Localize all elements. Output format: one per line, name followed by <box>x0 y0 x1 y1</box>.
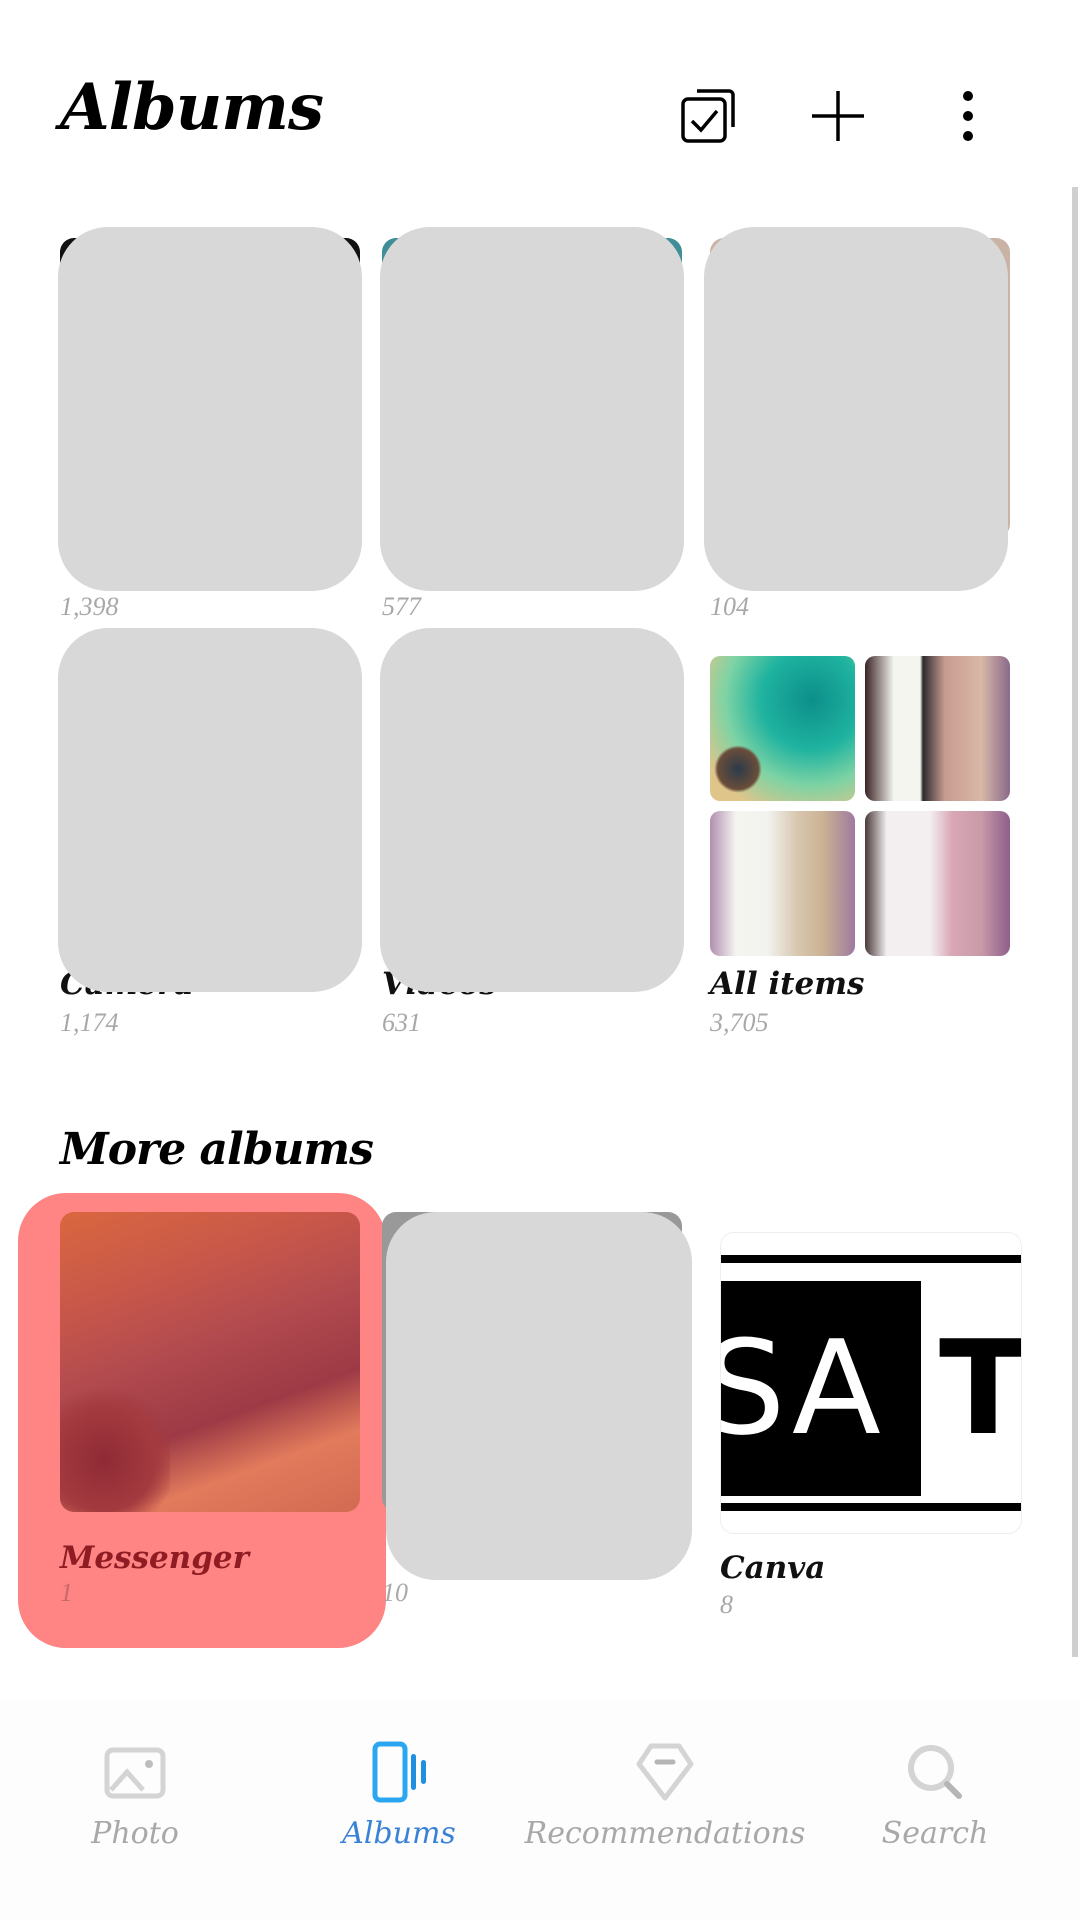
redaction-overlay <box>386 1212 692 1580</box>
album-count: 104 <box>710 592 749 621</box>
album-count: 10 <box>382 1578 408 1607</box>
album-count: 8 <box>720 1590 733 1619</box>
album-thumbnail <box>60 1212 360 1512</box>
add-album-button[interactable] <box>802 80 874 152</box>
album-name: All items <box>710 966 865 1002</box>
nav-label: Photo <box>91 1816 179 1851</box>
album-count: 1 <box>60 1578 73 1607</box>
mosaic-photo <box>865 656 1010 801</box>
albums-icon <box>372 1741 426 1803</box>
thumb-text: T <box>939 1312 1022 1464</box>
thumb-stripe <box>721 1255 1021 1263</box>
more-options-button[interactable] <box>932 80 1004 152</box>
diamond-icon <box>636 1743 694 1801</box>
nav-label: Recommendations <box>524 1816 806 1851</box>
nav-tab-photo[interactable]: Photo <box>0 1740 270 1870</box>
album-thumbnail: SA T <box>720 1232 1022 1534</box>
select-icon <box>681 89 735 143</box>
redaction-overlay <box>380 227 684 591</box>
nav-tab-search[interactable]: Search <box>800 1740 1070 1870</box>
album-count: 577 <box>382 592 421 621</box>
search-icon <box>908 1745 962 1799</box>
album-name: Messenger <box>60 1540 249 1576</box>
album-count: 3,705 <box>710 1008 769 1037</box>
redaction-overlay <box>58 628 362 992</box>
redaction-overlay <box>704 227 1008 591</box>
select-button[interactable] <box>672 80 744 152</box>
more-icon <box>963 91 973 141</box>
page-title: Albums <box>60 70 324 145</box>
album-count: 1,398 <box>60 592 119 621</box>
photo-icon <box>104 1747 166 1799</box>
mosaic-photo <box>710 656 855 801</box>
section-title-more-albums: More albums <box>60 1124 374 1175</box>
album-thumbnail-mosaic <box>710 656 1010 956</box>
scrollbar[interactable] <box>1072 187 1078 1657</box>
album-count: 631 <box>382 1008 421 1037</box>
thumb-text: SA <box>720 1312 885 1464</box>
bottom-navigation: Photo Albums Recommendations Search <box>0 1700 1080 1920</box>
add-icon <box>812 91 864 141</box>
album-name: Canva <box>720 1550 826 1586</box>
nav-label: Search <box>881 1816 989 1851</box>
redaction-overlay <box>58 227 362 591</box>
album-count: 1,174 <box>60 1008 119 1037</box>
mosaic-photo <box>710 811 855 956</box>
thumb-stripe <box>721 1503 1021 1511</box>
mosaic-photo <box>865 811 1010 956</box>
redaction-overlay <box>380 628 684 992</box>
nav-tab-recommendations[interactable]: Recommendations <box>525 1740 805 1870</box>
nav-label: Albums <box>342 1816 456 1851</box>
nav-tab-albums[interactable]: Albums <box>264 1740 534 1870</box>
